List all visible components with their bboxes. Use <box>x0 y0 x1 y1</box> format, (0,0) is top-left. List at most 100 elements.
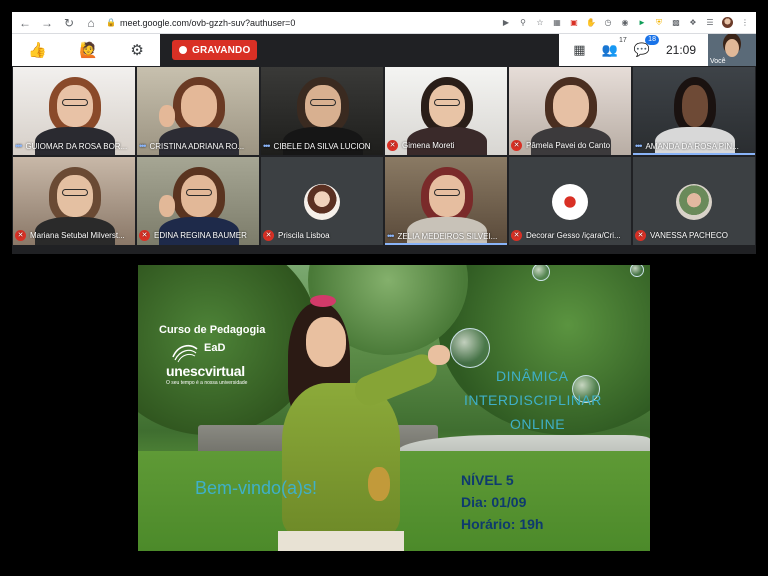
participant-name: AMANDA DA ROSA PIN... <box>645 141 739 151</box>
extension-tab-icon[interactable]: ▩ <box>671 18 681 28</box>
participant-face <box>305 85 341 127</box>
participant-name-row: ••• ZELIA MEDEIROS SILVEI... <box>387 231 505 241</box>
participant-face <box>181 175 217 217</box>
participant-grid: ••• GUIOMAR DA ROSA BOR... ••• CRISTINA ADR… <box>12 66 756 246</box>
girl-bow <box>310 295 336 307</box>
mic-off-icon: ✕ <box>511 140 522 151</box>
event-time: Horário: 19h <box>461 516 544 532</box>
event-date: Dia: 01/09 <box>461 494 527 510</box>
participants-icon[interactable]: 👥 17 <box>602 37 627 58</box>
event-title-line-3: ONLINE <box>510 416 566 432</box>
self-view-label: Você <box>710 58 726 65</box>
chat-icon[interactable]: 💬 18 <box>634 35 659 58</box>
presentation-banner: Curso de Pedagogia EaD unescvirtual O se… <box>138 265 650 551</box>
forward-arrow-icon[interactable]: → <box>40 16 54 30</box>
participant-tile[interactable]: ✕ VANESSA PACHECO <box>632 156 756 246</box>
chat-count-badge: 18 <box>645 35 659 45</box>
girl-jacket <box>282 383 400 535</box>
participant-face <box>57 175 93 217</box>
participant-face <box>429 85 465 127</box>
extensions-puzzle-icon[interactable]: ❖ <box>688 18 698 28</box>
glasses-icon <box>310 99 336 106</box>
recording-label: GRAVANDO <box>192 44 251 56</box>
girl-face <box>306 317 346 367</box>
thumbs-up-icon[interactable]: 👍 <box>28 43 47 58</box>
meet-right-controls: ▦ 👥 17 💬 18 21:09 Você <box>559 34 756 66</box>
waving-hand <box>159 105 175 127</box>
self-view-tile[interactable]: Você <box>708 34 756 66</box>
extension-toolbar: ▶ ⚲ ☆ ▦ ▣ ✋ ◷ ◉ ► ⛨ ▩ ❖ ☰ ⋮ <box>501 17 750 28</box>
glasses-icon <box>434 99 460 106</box>
participant-face <box>57 85 93 127</box>
extension-grid-icon[interactable]: ▦ <box>552 18 562 28</box>
speaking-indicator <box>633 153 755 155</box>
participant-name-row: ✕ Pâmela Pavei do Canto <box>511 140 629 151</box>
participant-name-row: ✕ VANESSA PACHECO <box>635 230 753 241</box>
gear-icon[interactable]: ⚙ <box>130 43 143 58</box>
meeting-clock: 21:09 <box>665 43 696 57</box>
zoom-icon[interactable]: ⚲ <box>518 18 528 28</box>
mic-off-icon: ✕ <box>139 230 150 241</box>
participant-name: Decorar Gesso /içara/Cri... <box>526 231 621 240</box>
extension-record-icon[interactable]: ◉ <box>620 18 630 28</box>
audio-level-icon: ••• <box>263 141 271 151</box>
browser-menu-icon[interactable]: ⋮ <box>740 18 750 28</box>
extension-clock-icon[interactable]: ◷ <box>603 18 613 28</box>
girl-hand <box>428 345 450 365</box>
participant-name: ZELIA MEDEIROS SILVEI... <box>397 231 498 241</box>
brand-logo-text: unescvirtual <box>166 363 245 379</box>
participant-tile[interactable]: ✕ EDINA REGINA BAUMER <box>136 156 260 246</box>
participant-name: Pâmela Pavei do Canto <box>526 141 611 150</box>
raise-hand-icon[interactable]: 🙋 <box>79 43 98 58</box>
address-bar[interactable]: 🔒 meet.google.com/ovb-gzzh-suv?authuser=… <box>106 18 295 28</box>
participant-name-row: ✕ Mariana Setubal Milverst... <box>15 230 133 241</box>
meet-info-panel: ▦ 👥 17 💬 18 21:09 <box>559 34 708 66</box>
reaction-panel: 👍 🙋 ⚙ <box>12 34 160 66</box>
glasses-icon <box>186 189 212 196</box>
participant-tile[interactable]: ••• AMANDA DA ROSA PIN... <box>632 66 756 156</box>
course-mode: EaD <box>204 342 226 354</box>
participant-name-row: ••• CIBELE DA SILVA LUCION <box>263 141 381 151</box>
extension-meet-icon[interactable]: ► <box>637 18 647 28</box>
reload-icon[interactable]: ↻ <box>62 16 76 30</box>
participant-tile[interactable]: ✕ Pâmela Pavei do Canto <box>508 66 632 156</box>
self-view-face <box>725 39 739 57</box>
audio-level-icon: ••• <box>139 141 147 151</box>
participant-tile[interactable]: ✕ Gimena Moreti <box>384 66 508 156</box>
girl-skirt <box>278 531 404 551</box>
audio-level-icon: ••• <box>635 141 643 151</box>
home-icon[interactable]: ⌂ <box>84 16 98 30</box>
mic-off-icon: ✕ <box>511 230 522 241</box>
back-arrow-icon[interactable]: ← <box>18 16 32 30</box>
record-dot-icon <box>179 46 187 54</box>
participant-avatar <box>676 184 712 220</box>
mic-off-icon: ✕ <box>635 230 646 241</box>
participant-tile[interactable]: ••• GUIOMAR DA ROSA BOR... <box>12 66 136 156</box>
participant-face <box>429 175 465 217</box>
participant-tile[interactable]: ••• CRISTINA ADRIANA RO... <box>136 66 260 156</box>
extension-pdf-icon[interactable]: ▣ <box>569 18 579 28</box>
participant-name: Gimena Moreti <box>402 141 455 150</box>
extension-shield-icon[interactable]: ⛨ <box>654 18 664 28</box>
meet-top-bar: 👍 🙋 ⚙ GRAVANDO ▦ 👥 17 💬 18 21:09 Você <box>12 34 756 66</box>
extension-thumb-icon[interactable]: ✋ <box>586 18 596 28</box>
participant-name-row: ••• GUIOMAR DA ROSA BOR... <box>15 141 133 151</box>
camera-icon[interactable]: ▶ <box>501 18 511 28</box>
lock-icon: 🔒 <box>106 18 116 27</box>
audio-level-icon: ••• <box>15 141 23 151</box>
star-icon[interactable]: ☆ <box>535 18 545 28</box>
profile-avatar[interactable] <box>722 17 733 28</box>
participant-name: Priscila Lisboa <box>278 231 330 240</box>
mic-off-icon: ✕ <box>263 230 274 241</box>
participant-tile[interactable]: ••• ZELIA MEDEIROS SILVEI... <box>384 156 508 246</box>
speaking-indicator <box>385 243 507 245</box>
participant-tile[interactable]: ••• CIBELE DA SILVA LUCION <box>260 66 384 156</box>
screenshot-stage: ← → ↻ ⌂ 🔒 meet.google.com/ovb-gzzh-suv?a… <box>0 0 768 576</box>
participant-tile[interactable]: ✕ Mariana Setubal Milverst... <box>12 156 136 246</box>
participant-tile[interactable]: ✕ Decorar Gesso /içara/Cri... <box>508 156 632 246</box>
glasses-icon <box>62 99 88 106</box>
extension-list-icon[interactable]: ☰ <box>705 18 715 28</box>
layout-grid-icon[interactable]: ▦ <box>573 42 585 58</box>
participant-avatar <box>552 184 588 220</box>
participant-tile[interactable]: ✕ Priscila Lisboa <box>260 156 384 246</box>
